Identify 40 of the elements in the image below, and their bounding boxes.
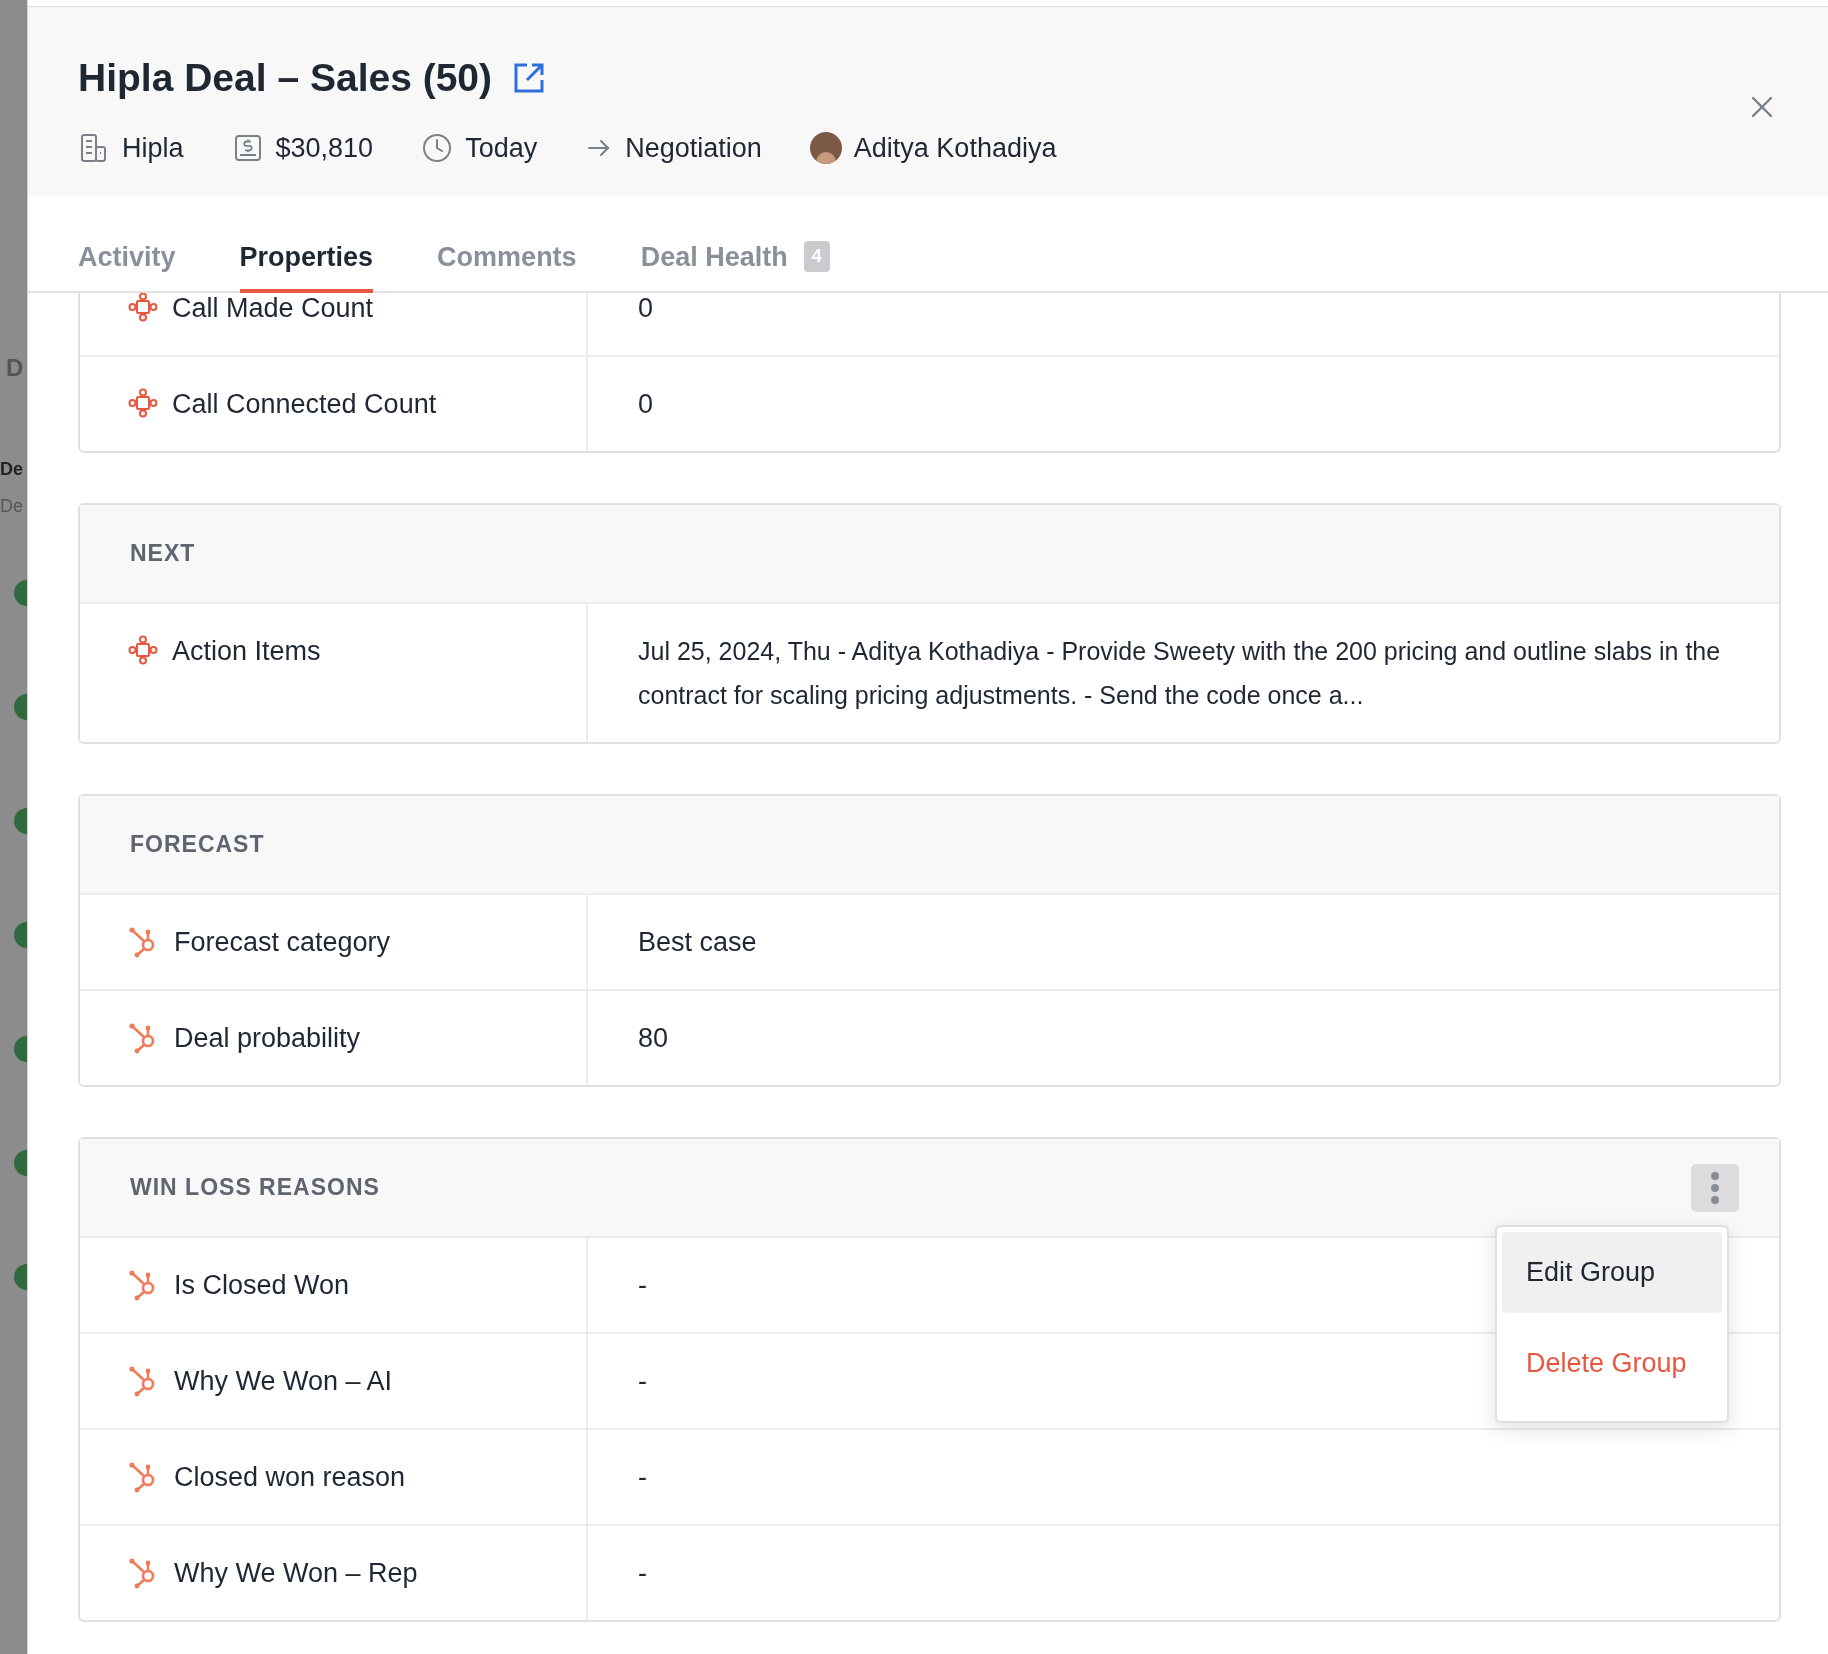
property-value: - bbox=[638, 1557, 647, 1589]
deal-title: Hipla Deal – Sales (50) bbox=[78, 55, 493, 101]
property-value: - bbox=[638, 1365, 647, 1397]
node-icon bbox=[128, 293, 158, 322]
section-title: WIN LOSS REASONS bbox=[130, 1173, 380, 1203]
property-value: 80 bbox=[638, 1022, 669, 1054]
property-label: Closed won reason bbox=[174, 1461, 406, 1493]
property-label: Deal probability bbox=[174, 1022, 361, 1054]
property-value: 0 bbox=[638, 388, 654, 420]
node-icon bbox=[128, 635, 158, 665]
kebab-icon bbox=[1710, 1170, 1720, 1205]
meta-text: Aditya Kothadiya bbox=[853, 131, 1057, 165]
property-label: Call Connected Count bbox=[172, 388, 437, 420]
property-label: Is Closed Won bbox=[174, 1269, 350, 1301]
property-value: - bbox=[638, 1269, 647, 1301]
tab[interactable]: Comments bbox=[437, 236, 577, 293]
backdrop-text: De bbox=[0, 458, 24, 481]
external-link-icon[interactable] bbox=[512, 61, 547, 96]
meta-text: Negotiation bbox=[625, 131, 762, 165]
tab[interactable]: Activity bbox=[78, 236, 176, 293]
property-label: Forecast category bbox=[174, 926, 391, 958]
meta-text: Hipla bbox=[122, 131, 184, 165]
clock-icon bbox=[421, 131, 454, 164]
avatar bbox=[809, 131, 842, 164]
property-value: Best case bbox=[638, 926, 757, 958]
meta-text: $30,810 bbox=[275, 131, 374, 165]
section-title: FORECAST bbox=[130, 830, 265, 860]
property-label: Why We Won – AI bbox=[174, 1365, 393, 1397]
property-value: - bbox=[638, 1461, 647, 1493]
property-label: Call Made Count bbox=[172, 293, 374, 324]
property-value: Jul 25, 2024, Thu - Aditya Kothadiya - Provide Sweety with the 200 pricing and outline slabs in the contract for scaling pricing adjustments. - Send the code once a... bbox=[638, 636, 1722, 711]
property-label: Action Items bbox=[172, 635, 321, 667]
menu-item[interactable]: Edit Group bbox=[1502, 1232, 1722, 1313]
meta-text: Today bbox=[465, 131, 538, 165]
property-label: Why We Won – Rep bbox=[174, 1557, 418, 1589]
more-button[interactable] bbox=[1691, 1163, 1739, 1212]
close-icon bbox=[1750, 95, 1774, 119]
node-icon bbox=[128, 388, 158, 418]
section-title: NEXT bbox=[130, 539, 196, 569]
property-value: 0 bbox=[638, 293, 654, 324]
